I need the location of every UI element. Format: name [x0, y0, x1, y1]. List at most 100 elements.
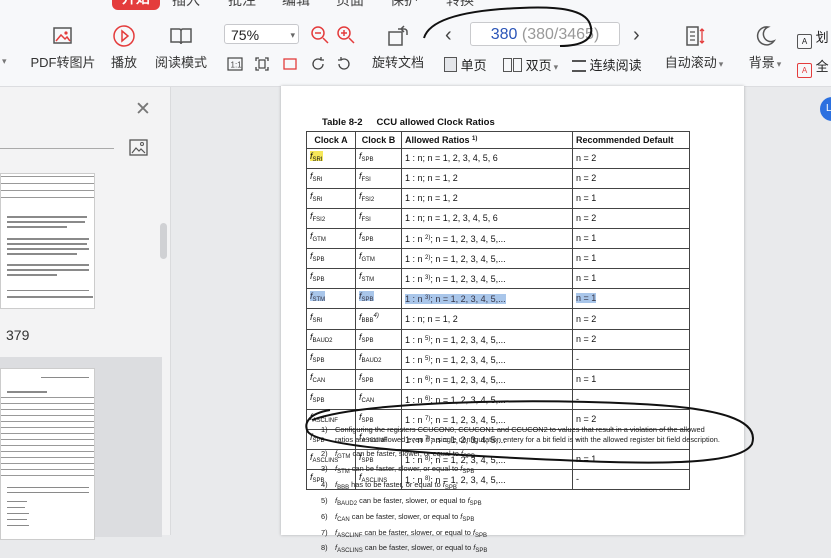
footnotes: 1) Configuring the registers CCUCON0, CCU… [321, 425, 721, 558]
cell-clock-b: fBAUD2 [355, 349, 402, 370]
sidebar-search-field[interactable] [0, 134, 114, 149]
thumb-line [7, 216, 87, 218]
zoom-in-icon[interactable] [336, 25, 356, 45]
table-row: fSPB fBAUD2 1 : n 5); n = 1, 2, 3, 4, 5,..… [306, 349, 690, 370]
cell-clock-b: fFSI [355, 168, 402, 189]
thumb-line [7, 487, 89, 488]
auto-scroll-button[interactable]: 自动滚动 ▾ [660, 24, 728, 71]
footnote-item: 3) fSTM can be faster, slower, or equal t… [321, 464, 475, 476]
cell-clock-a: fSPB [306, 248, 356, 269]
tab-start[interactable]: 开始 [112, 0, 160, 10]
thumb-line [1, 183, 94, 190]
rotate-document-button[interactable]: 旋转文档 [369, 24, 427, 71]
double-page-icon [503, 58, 512, 72]
page-total: (380/3465) [521, 26, 600, 43]
read-mode-button[interactable]: 阅读模式 [152, 24, 210, 71]
chevron-down-icon: ▾ [718, 59, 724, 69]
rotate-right-icon[interactable] [336, 56, 352, 72]
cell-recommended: - [572, 349, 690, 370]
tab-insert[interactable]: 插入 [172, 0, 200, 10]
fit-page-icon[interactable] [254, 56, 270, 72]
tab-convert[interactable]: 转换 [446, 0, 474, 10]
translate-word-button[interactable]: A 划 [797, 27, 829, 49]
thumb-line [7, 525, 29, 526]
thumb-line [1, 475, 94, 482]
cell-allowed-ratio: 1 : n 2); n = 1, 2, 3, 4, 5,... [401, 228, 573, 249]
zoom-value: 75% [231, 27, 260, 43]
background-label: 背景 [748, 55, 775, 70]
single-page-button[interactable]: 单页 [444, 55, 487, 74]
cell-allowed-ratio: 1 : n 2); n = 1, 2, 3, 4, 5,... [401, 248, 573, 269]
zoom-out-icon[interactable] [310, 25, 330, 45]
table-header-row: Clock A Clock B Allowed Ratios 1) Recomm… [306, 131, 690, 149]
table-row: fSRI fFSI 1 : n; n = 1, 2n = 2 [306, 168, 690, 189]
header-clock-b: Clock B [355, 131, 402, 149]
image-convert-icon [53, 27, 72, 44]
cell-recommended: n = 2 [572, 308, 690, 330]
rotate-left-icon[interactable] [310, 56, 326, 72]
zoom-select[interactable]: 75% ▾ [224, 24, 299, 44]
footnote-item: 1) Configuring the registers CCUCON0, CCU… [321, 425, 720, 444]
book-icon [170, 28, 192, 45]
table-row: fSPB fGTM 1 : n 2); n = 1, 2, 3, 4, 5,... n… [306, 248, 690, 269]
fit-width-icon[interactable] [282, 56, 298, 72]
translate-full-button[interactable]: A 全 [797, 56, 829, 78]
user-avatar[interactable]: L [820, 97, 831, 121]
cell-recommended: n = 1 [572, 248, 690, 269]
cell-allowed-ratio: 1 : n 3); n = 1, 2, 3, 4, 5,... [401, 288, 573, 309]
header-allowed-sup: 1) [472, 136, 478, 142]
play-button[interactable]: 播放 [106, 24, 142, 71]
background-button[interactable]: 背景 ▾ [744, 24, 786, 71]
tab-annotate[interactable]: 批注 [228, 0, 256, 10]
cell-clock-b: fGTM [355, 248, 402, 269]
tab-edit[interactable]: 编辑 [282, 0, 310, 10]
thumb-line [7, 243, 87, 245]
cell-recommended: n = 2 [572, 329, 690, 350]
sidebar-scrollbar[interactable] [160, 223, 167, 259]
cell-clock-a: fSRI [306, 148, 356, 169]
tab-protect[interactable]: 保护 [390, 0, 418, 10]
thumb-line [7, 501, 27, 502]
cell-recommended: n = 1 [572, 268, 690, 289]
tab-page[interactable]: 页面 [336, 0, 364, 10]
translate-word-label: 划 [815, 30, 829, 45]
continuous-read-icon [572, 60, 586, 72]
page-thumbnail-379[interactable] [0, 173, 95, 309]
cell-recommended: n = 1 [572, 188, 690, 209]
thumb-line [7, 238, 89, 240]
cell-clock-b: fFSI [355, 208, 402, 229]
cell-clock-b: fSPB [355, 369, 402, 390]
cell-clock-a: fSRI [306, 188, 356, 209]
table-row: fGTM fSPB 1 : n 2); n = 1, 2, 3, 4, 5,... n… [306, 228, 690, 249]
close-icon[interactable]: ✕ [135, 98, 151, 121]
thumb-line [1, 190, 94, 197]
cell-allowed-ratio: 1 : n 3); n = 1, 2, 3, 4, 5,... [401, 268, 573, 289]
image-icon[interactable] [129, 139, 148, 156]
cell-clock-b: fSPB [355, 148, 402, 169]
caret-icon: ▾ [2, 56, 7, 66]
thumb-line [7, 492, 89, 493]
cell-allowed-ratio: 1 : n 6); n = 1, 2, 3, 4, 5,... [401, 369, 573, 390]
table-title: CCU allowed Clock Ratios [376, 117, 495, 128]
translate-icon: A [797, 34, 812, 49]
translate-full-label: 全 [815, 59, 829, 74]
pdf-to-image-button[interactable]: PDF转图片 [29, 24, 97, 71]
table-number: Table 8-2 [322, 117, 363, 128]
cell-clock-b: fBBB4) [355, 308, 402, 330]
prev-page-icon[interactable]: ‹ [445, 24, 452, 47]
table-row: fSRI fFSI2 1 : n; n = 1, 2n = 1 [306, 188, 690, 209]
cell-recommended: n = 2 [572, 168, 690, 189]
thumb-line [7, 391, 47, 393]
double-page-button[interactable]: 双页 ▾ [503, 55, 558, 74]
cell-recommended: - [572, 389, 690, 410]
cell-clock-a: fCAN [306, 369, 356, 390]
thumb-line [7, 264, 89, 266]
page-thumbnail-380[interactable] [0, 368, 95, 540]
actual-size-icon[interactable]: 1:1 [227, 56, 243, 72]
next-page-icon[interactable]: › [633, 24, 640, 47]
continuous-read-button[interactable]: 连续阅读 [572, 55, 642, 74]
cell-clock-b: fSPB [355, 228, 402, 249]
header-allowed-ratios: Allowed Ratios 1) [401, 131, 573, 149]
footnote-item: 8) fASCLINS can be faster, slower, or equ… [321, 543, 488, 555]
page-number-input[interactable]: 380 (380/3465) [470, 22, 620, 46]
